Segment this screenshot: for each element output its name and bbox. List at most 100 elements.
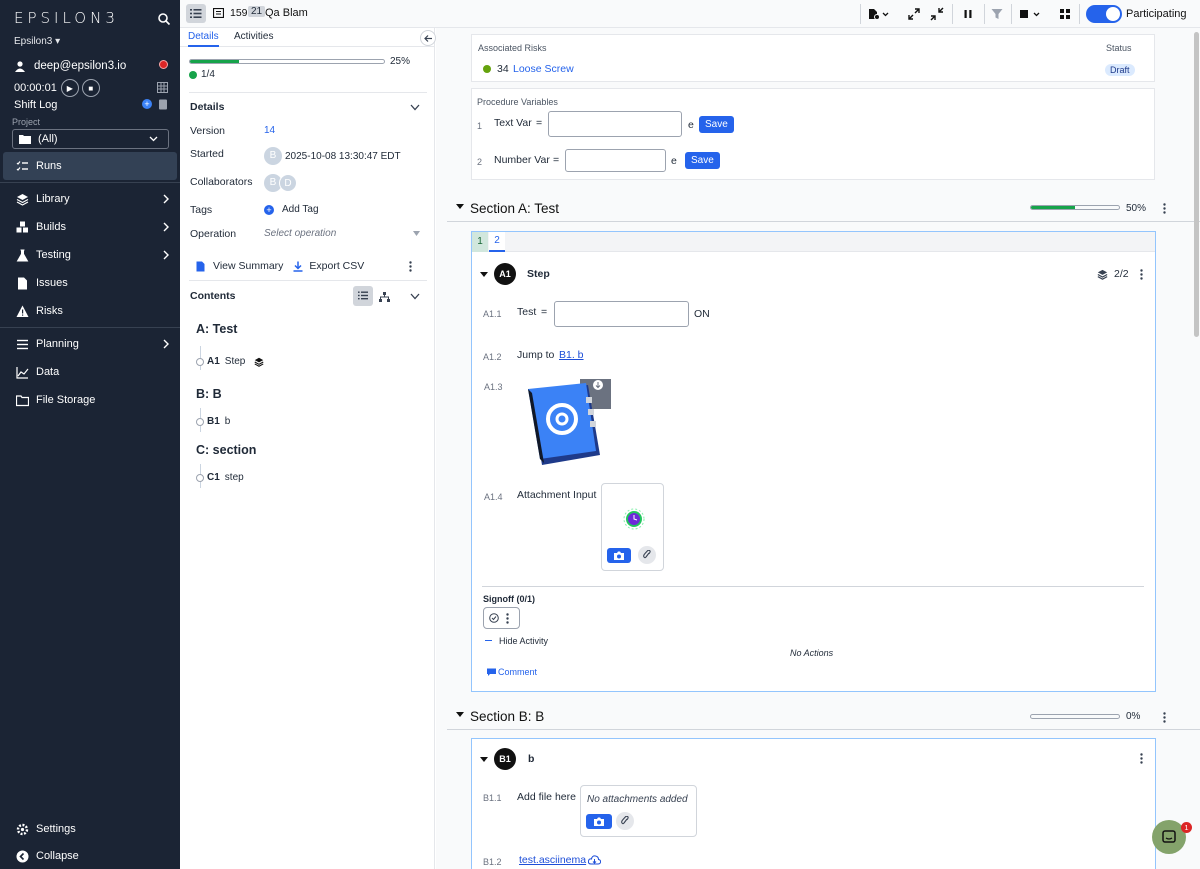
attach-file-button[interactable]	[638, 546, 656, 564]
attachment-box[interactable]: No attachments added	[580, 785, 697, 837]
filter-icon[interactable]	[990, 7, 1004, 21]
calendar-grid-icon[interactable]	[157, 82, 168, 93]
pause-icon[interactable]	[961, 7, 975, 21]
kebab-menu-icon[interactable]	[409, 261, 412, 272]
kebab-menu-icon[interactable]	[506, 613, 509, 624]
play-button[interactable]: ▶	[60, 79, 79, 97]
compress-icon[interactable]	[930, 7, 944, 21]
collapse-activity-icon[interactable]	[485, 640, 492, 641]
nav-risks[interactable]: Risks	[0, 297, 180, 325]
planning-list-icon	[17, 339, 28, 349]
kebab-menu-icon[interactable]	[1140, 753, 1143, 764]
nav-data[interactable]: Data	[0, 358, 180, 386]
file-link[interactable]: test.asciinema	[519, 854, 586, 866]
nav-divider	[0, 327, 180, 328]
nav-testing[interactable]: Testing	[0, 241, 180, 269]
run-badge: 21	[248, 6, 266, 17]
test-input[interactable]	[554, 301, 689, 327]
text-var-input[interactable]	[548, 111, 682, 137]
details-actions: View Summary Export CSV	[196, 260, 364, 272]
tab-details[interactable]: Details	[188, 31, 219, 47]
risk-link[interactable]: Loose Screw	[513, 63, 574, 75]
project-select[interactable]: (All)	[12, 129, 169, 149]
expand-icon[interactable]	[907, 7, 921, 21]
collapse-section-icon[interactable]	[456, 204, 464, 209]
org-switcher[interactable]: Epsilon3 ▾	[14, 36, 60, 47]
add-shift-log-icon[interactable]: +	[142, 99, 152, 109]
text-var-save-button[interactable]: Save	[699, 116, 734, 133]
search-icon[interactable]	[157, 12, 171, 26]
gear-icon	[16, 823, 29, 835]
operation-select[interactable]: Select operation	[264, 228, 420, 239]
contents-step[interactable]: C1 step	[196, 472, 244, 483]
section-title: Section A: Test	[470, 201, 560, 216]
signoff-button[interactable]	[483, 607, 520, 629]
procedure-actions-dropdown-icon[interactable]	[868, 7, 890, 21]
variable-unit: e	[671, 155, 677, 167]
address-book-image[interactable]	[520, 377, 613, 469]
collapse-panel-button[interactable]	[420, 30, 436, 46]
attach-file-button[interactable]	[616, 812, 634, 830]
section-tab-1[interactable]: 1	[472, 232, 488, 252]
attachment-input-label: Attachment Input	[517, 489, 597, 501]
avatar: B	[264, 147, 282, 165]
section-title: Section B: B	[470, 709, 545, 724]
version-value[interactable]: 14	[264, 125, 275, 136]
jump-to-link[interactable]: B1. b	[559, 349, 584, 361]
kebab-menu-icon[interactable]	[1163, 712, 1166, 723]
export-csv-button[interactable]: Export CSV	[293, 260, 364, 272]
brand-logo[interactable]: EPSILON3	[14, 9, 119, 27]
contents-step-name: b	[224, 416, 231, 427]
camera-button[interactable]	[607, 548, 631, 563]
tab-activities[interactable]: Activities	[234, 31, 273, 42]
chevron-down-icon[interactable]	[410, 293, 420, 300]
list-icon	[190, 9, 202, 18]
avatar[interactable]: D	[279, 174, 297, 192]
collapse-section-icon[interactable]	[456, 712, 464, 717]
nav-library[interactable]: Library	[0, 185, 180, 213]
add-tag-button[interactable]: + Add Tag	[264, 204, 319, 215]
number-var-save-button[interactable]: Save	[685, 152, 720, 169]
nav-issues[interactable]: Issues	[0, 269, 180, 297]
stop-dropdown-icon[interactable]	[1018, 7, 1044, 21]
section-progress-percent: 50%	[1126, 203, 1147, 214]
version-label: Version	[190, 125, 226, 137]
nav-planning[interactable]: Planning	[0, 330, 180, 358]
hide-activity-button[interactable]: Hide Activity	[499, 636, 548, 646]
attachment-input-box[interactable]	[601, 483, 664, 571]
nav-divider	[0, 182, 180, 183]
cloud-download-icon[interactable]	[588, 855, 601, 865]
grid-view-icon[interactable]	[1058, 7, 1072, 21]
nav-settings[interactable]: Settings	[0, 815, 180, 843]
shift-log-label[interactable]: Shift Log	[14, 99, 57, 111]
nav-file-storage[interactable]: File Storage	[0, 386, 180, 414]
tree-view-icon[interactable]	[379, 292, 390, 302]
stop-button[interactable]: ■	[81, 79, 100, 97]
kebab-menu-icon[interactable]	[1140, 269, 1143, 280]
section-tab-2[interactable]: 2	[489, 232, 505, 252]
contents-step[interactable]: B1 b	[196, 416, 230, 427]
chevron-down-icon[interactable]	[410, 104, 420, 111]
nav-collapse[interactable]: Collapse	[0, 843, 180, 869]
comment-button[interactable]: Comment	[487, 667, 537, 677]
collapse-step-icon[interactable]	[480, 272, 488, 277]
contents-section[interactable]: C: section	[196, 443, 256, 457]
scrollbar[interactable]	[1194, 32, 1199, 337]
started-label: Started	[190, 148, 224, 160]
participating-toggle[interactable]	[1086, 5, 1122, 23]
camera-button[interactable]	[586, 814, 612, 829]
view-summary-button[interactable]: View Summary	[196, 260, 283, 272]
contents-section[interactable]: B: B	[196, 387, 222, 401]
book-icon[interactable]	[158, 99, 168, 110]
contents-list-view-button[interactable]	[353, 286, 373, 306]
nav-runs[interactable]: Runs	[3, 152, 177, 180]
nav-builds[interactable]: Builds	[0, 213, 180, 241]
number-var-input[interactable]	[565, 149, 666, 172]
collapse-step-icon[interactable]	[480, 757, 488, 762]
boxes-icon	[16, 221, 28, 232]
kebab-menu-icon[interactable]	[1163, 203, 1166, 214]
user-menu[interactable]: deep@epsilon3.io	[14, 58, 174, 74]
contents-step[interactable]: A1 Step	[196, 356, 264, 367]
contents-section[interactable]: A: Test	[196, 322, 237, 336]
toggle-sidebar-list-button[interactable]	[186, 4, 206, 23]
